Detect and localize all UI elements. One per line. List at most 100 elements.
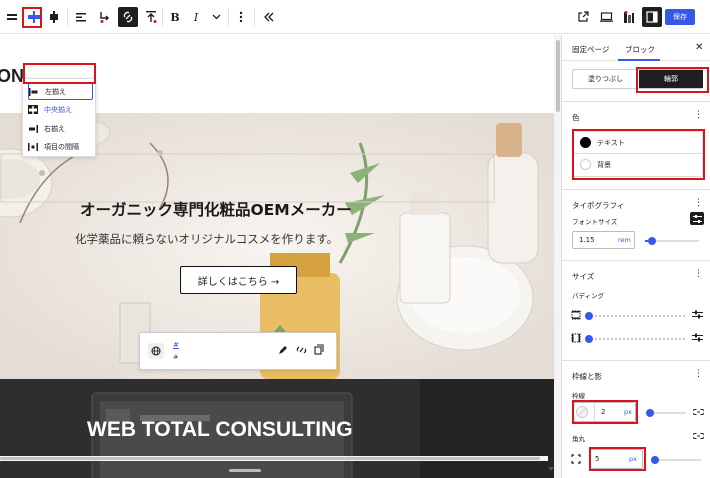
hero-cta-button[interactable]: 詳しくはこちら →: [180, 266, 297, 294]
align-left-option[interactable]: 左揃え: [28, 83, 93, 100]
typography-section: タイポグラフィ ⋮ フォントサイズ 1.15 rem: [562, 189, 710, 259]
radius-knob[interactable]: [651, 456, 659, 464]
font-size-value: 1.15: [579, 236, 595, 244]
padding-vertical-slider[interactable]: [595, 315, 685, 317]
settings-sidebar: 固定ページ ブロック ✕ 塗りつぶし 輪郭 色 ⋮ テキスト 背景 タイポグラフ…: [561, 35, 710, 478]
center-option-highlight: [23, 63, 96, 84]
align-center-option[interactable]: 中央揃え: [28, 102, 93, 117]
space-between-label: 項目の間隔: [44, 142, 79, 151]
editor-canvas: ON オーガニック専門化粧品OEMメーカー 化学薬品に頼らないオリジナルコスメを…: [0, 35, 555, 478]
justify-left-icon: [29, 87, 39, 96]
block-toolbar: B I 保存: [0, 0, 710, 34]
save-button[interactable]: 保存: [665, 9, 695, 25]
page-content: ON オーガニック専門化粧品OEMメーカー 化学薬品に頼らないオリジナルコスメを…: [0, 35, 554, 478]
globe-icon: [148, 343, 164, 359]
border-title: 枠線と影: [572, 372, 602, 381]
edit-icon[interactable]: [278, 345, 288, 357]
unlink-icon[interactable]: [296, 345, 307, 357]
sidebar-tabs: 固定ページ ブロック ✕: [562, 35, 710, 61]
justification-menu: 左揃え 中央揃え 右揃え 項目の間隔: [22, 78, 96, 157]
copy-icon[interactable]: [314, 344, 324, 357]
space-between-option[interactable]: 項目の間隔: [28, 139, 93, 154]
size-section: サイズ ⋮ パディング: [562, 260, 710, 360]
tab-page[interactable]: 固定ページ: [572, 44, 609, 55]
link-subtext: #: [173, 353, 179, 361]
tab-block[interactable]: ブロック: [625, 44, 655, 55]
padding-horizontal-icon: [571, 333, 581, 345]
border-width-slider[interactable]: [646, 409, 686, 417]
scroll-down-icon[interactable]: [548, 464, 554, 473]
h-scrollbar-thumb[interactable]: [0, 457, 540, 460]
hero-subtitle[interactable]: 化学薬品に頼らないオリジナルコスメを作ります。: [75, 231, 338, 247]
more-options-icon[interactable]: [231, 7, 251, 27]
justify-button-highlight: [22, 7, 42, 28]
border-section: 枠線と影 ⋮ 枠線 2 px 角丸 5 px: [562, 360, 710, 478]
settings-sidebar-icon[interactable]: [642, 7, 662, 27]
banner-title[interactable]: WEB TOTAL CONSULTING: [87, 418, 353, 442]
view-external-icon[interactable]: [573, 7, 593, 27]
align-right-label: 右揃え: [44, 124, 65, 133]
tab-active-indicator: [618, 59, 660, 61]
padding-horizontal-unlink-icon[interactable]: [692, 333, 703, 344]
font-size-label: フォントサイズ: [572, 218, 618, 226]
canvas-horizontal-scrollbar[interactable]: [0, 456, 548, 461]
device-preview-icon[interactable]: [596, 7, 616, 27]
vertical-align-icon[interactable]: [44, 7, 64, 27]
size-title: サイズ: [572, 272, 595, 281]
align-right-option[interactable]: 右揃え: [28, 121, 93, 136]
color-title: 色: [572, 113, 580, 122]
collapse-icon[interactable]: [259, 7, 279, 27]
padding-vertical-icon: [571, 310, 581, 322]
color-section: 色 ⋮ テキスト 背景: [562, 101, 710, 195]
font-size-input[interactable]: 1.15 rem: [572, 231, 635, 249]
font-size-slider-knob[interactable]: [647, 237, 656, 245]
link-url[interactable]: #: [173, 341, 179, 349]
link-button-icon[interactable]: [118, 7, 138, 27]
typography-title: タイポグラフィ: [572, 201, 625, 210]
link-sides-icon[interactable]: [691, 408, 706, 418]
radius-slider[interactable]: [651, 456, 701, 464]
justify-right-icon: [28, 124, 38, 133]
color-more-icon[interactable]: ⋮: [694, 110, 703, 120]
resize-handle[interactable]: [229, 469, 261, 472]
link-corners-icon[interactable]: [691, 432, 706, 442]
padding-horizontal-knob[interactable]: [585, 335, 593, 343]
font-size-custom-icon[interactable]: [690, 212, 704, 225]
radius-label: 角丸: [572, 435, 585, 443]
typography-more-icon[interactable]: ⋮: [694, 198, 703, 208]
block-type-icon[interactable]: [2, 7, 22, 27]
close-icon[interactable]: ✕: [695, 42, 703, 53]
fill-style-option[interactable]: 塗りつぶし: [573, 70, 638, 88]
styles-icon[interactable]: [619, 7, 639, 27]
font-size-slider[interactable]: [645, 237, 699, 245]
partial-heading: ON: [0, 66, 24, 86]
bold-icon[interactable]: B: [165, 7, 185, 27]
chevron-down-icon[interactable]: [206, 7, 226, 27]
radius-highlight: [589, 447, 646, 471]
justify-space-between-icon: [28, 142, 38, 151]
align-center-label: 中央揃え: [44, 105, 72, 114]
padding-horizontal-slider[interactable]: [595, 338, 685, 340]
radius-corners-icon: [571, 454, 581, 466]
insert-icon[interactable]: [141, 7, 161, 27]
toolbar-divider: [162, 8, 163, 26]
border-label: 枠線: [572, 392, 585, 400]
font-size-unit[interactable]: rem: [618, 236, 631, 244]
color-highlight: [572, 129, 705, 180]
padding-vertical-unlink-icon[interactable]: [692, 310, 703, 321]
link-preview-popover: # #: [139, 332, 337, 370]
border-more-icon[interactable]: ⋮: [694, 369, 703, 379]
border-width-knob[interactable]: [646, 409, 654, 417]
hero-title[interactable]: オーガニック専門化粧品OEMメーカー: [80, 198, 352, 220]
border-highlight: [572, 400, 638, 424]
toolbar-divider: [254, 8, 255, 26]
size-more-icon[interactable]: ⋮: [694, 269, 703, 279]
open-new-tab-icon[interactable]: [95, 7, 115, 27]
justify-center-icon: [28, 105, 38, 114]
text-align-icon[interactable]: [71, 7, 91, 27]
italic-icon[interactable]: I: [186, 7, 206, 27]
padding-vertical-knob[interactable]: [585, 312, 593, 320]
align-left-label: 左揃え: [45, 87, 66, 96]
scrollbar-thumb[interactable]: [556, 40, 560, 112]
padding-label: パディング: [572, 292, 605, 300]
